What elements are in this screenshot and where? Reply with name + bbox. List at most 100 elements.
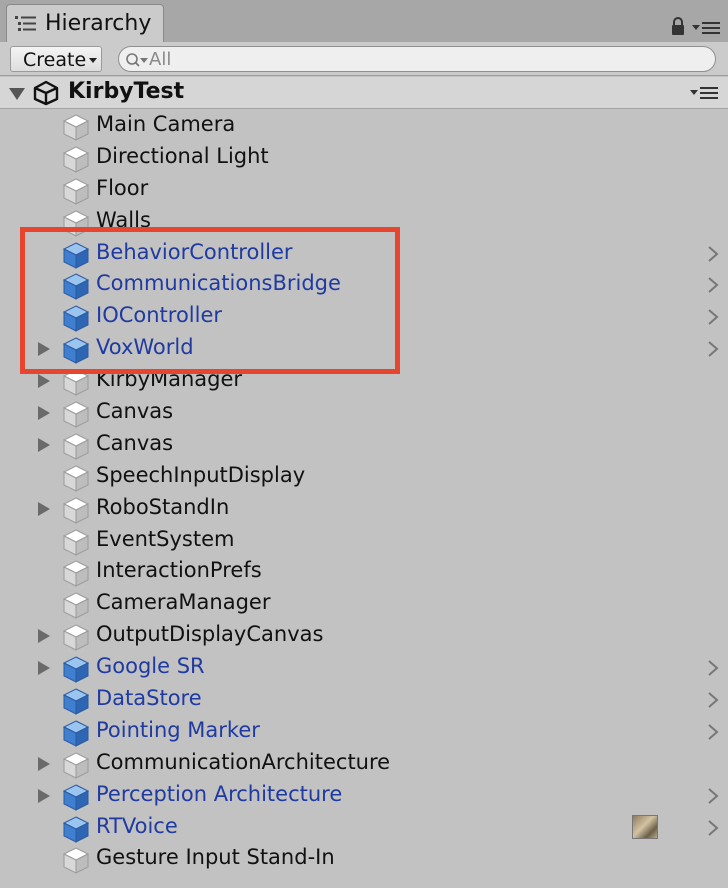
create-dropdown-button[interactable]: Create — [10, 46, 102, 72]
hierarchy-row[interactable]: OutputDisplayCanvas — [0, 620, 728, 652]
object-name: Pointing Marker — [96, 717, 260, 742]
gameobject-cube-icon — [62, 432, 90, 460]
tab-strip: Hierarchy — [0, 0, 728, 42]
expand-arrow-icon[interactable] — [38, 501, 50, 516]
object-name: Canvas — [96, 399, 174, 424]
hierarchy-row[interactable]: Main Camera — [0, 110, 728, 142]
object-name: SpeechInputDisplay — [96, 462, 306, 487]
object-name: Google SR — [96, 654, 205, 679]
panel-menu-icon[interactable] — [692, 20, 722, 36]
hierarchy-row[interactable]: VoxWorld — [0, 333, 728, 365]
hierarchy-object-list: Main Camera Directional Light Floor Walls Be… — [0, 110, 728, 875]
gameobject-cube-icon — [62, 496, 90, 524]
object-name: IOController — [96, 303, 223, 328]
hierarchy-row[interactable]: SpeechInputDisplay — [0, 461, 728, 493]
chevron-right-icon[interactable] — [706, 787, 720, 805]
expand-arrow-icon[interactable] — [38, 788, 50, 803]
gameobject-cube-icon — [62, 209, 90, 237]
prefab-cube-icon — [62, 815, 90, 843]
gameobject-cube-icon — [62, 400, 90, 428]
prefab-cube-icon — [62, 304, 90, 333]
prefab-cube-icon — [62, 336, 90, 365]
hierarchy-row[interactable]: Google SR — [0, 652, 728, 684]
expand-arrow-icon[interactable] — [38, 629, 50, 644]
object-name: Gesture Input Stand-In — [96, 845, 335, 870]
expand-arrow-icon[interactable] — [38, 661, 50, 676]
search-input[interactable] — [149, 48, 689, 70]
chevron-right-icon[interactable] — [706, 819, 720, 837]
hierarchy-toolbar: Create — [0, 42, 728, 76]
hierarchy-row[interactable]: EventSystem — [0, 525, 728, 557]
object-name: KirbyManager — [96, 367, 243, 392]
tab-title: Hierarchy — [45, 11, 152, 36]
hierarchy-row[interactable]: Directional Light — [0, 142, 728, 174]
hierarchy-tab[interactable]: Hierarchy — [6, 4, 164, 42]
object-name: CameraManager — [96, 590, 271, 615]
object-thumbnail-icon — [632, 814, 658, 839]
object-name: Floor — [96, 175, 149, 200]
expand-arrow-icon[interactable] — [38, 342, 50, 357]
hierarchy-row[interactable]: BehaviorController — [0, 238, 728, 270]
hierarchy-row[interactable]: Pointing Marker — [0, 716, 728, 748]
hierarchy-row[interactable]: Floor — [0, 174, 728, 206]
lock-icon[interactable] — [670, 16, 686, 36]
hierarchy-row[interactable]: CommunicationArchitecture — [0, 748, 728, 780]
chevron-right-icon[interactable] — [706, 659, 720, 677]
expand-arrow-icon[interactable] — [38, 437, 50, 452]
chevron-right-icon[interactable] — [706, 340, 720, 358]
gameobject-cube-icon — [62, 368, 90, 396]
object-name: OutputDisplayCanvas — [96, 622, 324, 647]
prefab-cube-icon — [62, 241, 90, 269]
hierarchy-row[interactable]: Canvas — [0, 429, 728, 461]
gameobject-cube-icon — [62, 113, 90, 141]
object-name: RoboStandIn — [96, 494, 230, 519]
create-label: Create — [23, 49, 87, 71]
search-field[interactable] — [118, 46, 716, 72]
object-name: Directional Light — [96, 143, 269, 168]
hierarchy-row[interactable]: Perception Architecture — [0, 780, 728, 812]
chevron-right-icon[interactable] — [706, 276, 720, 294]
hierarchy-row[interactable]: DataStore — [0, 684, 728, 716]
gameobject-cube-icon — [62, 145, 90, 173]
scene-name: KirbyTest — [68, 79, 185, 104]
expand-arrow-icon[interactable] — [38, 374, 50, 389]
object-name: VoxWorld — [96, 335, 194, 360]
scene-menu-icon[interactable] — [690, 86, 720, 100]
gameobject-cube-icon — [62, 177, 90, 205]
object-name: EventSystem — [96, 526, 235, 551]
chevron-right-icon[interactable] — [706, 308, 720, 326]
chevron-right-icon[interactable] — [706, 723, 720, 741]
chevron-right-icon[interactable] — [706, 245, 720, 263]
gameobject-cube-icon — [62, 591, 90, 620]
prefab-cube-icon — [62, 655, 90, 683]
fold-down-arrow-icon[interactable] — [9, 88, 25, 100]
scene-header[interactable]: KirbyTest — [0, 77, 728, 109]
gameobject-cube-icon — [62, 623, 90, 652]
object-name: CommunicationsBridge — [96, 271, 341, 296]
hierarchy-row[interactable]: Canvas — [0, 397, 728, 429]
prefab-cube-icon — [62, 719, 90, 747]
gameobject-cube-icon — [62, 559, 90, 588]
gameobject-cube-icon — [62, 464, 90, 492]
expand-arrow-icon[interactable] — [38, 406, 50, 421]
expand-arrow-icon[interactable] — [38, 756, 50, 771]
dropdown-caret-icon — [89, 58, 97, 63]
hierarchy-row[interactable]: Walls — [0, 206, 728, 238]
object-name: RTVoice — [96, 813, 178, 838]
hierarchy-row[interactable]: InteractionPrefs — [0, 556, 728, 588]
object-name: Main Camera — [96, 112, 236, 136]
object-name: Canvas — [96, 430, 174, 455]
unity-logo-icon — [33, 80, 59, 106]
hierarchy-row[interactable]: CameraManager — [0, 588, 728, 620]
chevron-right-icon[interactable] — [706, 691, 720, 709]
gameobject-cube-icon — [62, 846, 90, 875]
hierarchy-row[interactable]: CommunicationsBridge — [0, 269, 728, 301]
hierarchy-list-icon — [15, 16, 36, 31]
hierarchy-row[interactable]: RoboStandIn — [0, 493, 728, 525]
hierarchy-row[interactable]: IOController — [0, 301, 728, 333]
object-name: Walls — [96, 207, 151, 232]
hierarchy-row[interactable]: Gesture Input Stand-In — [0, 843, 728, 875]
object-name: DataStore — [96, 686, 202, 711]
hierarchy-row[interactable]: KirbyManager — [0, 365, 728, 397]
hierarchy-row[interactable]: RTVoice — [0, 812, 728, 844]
